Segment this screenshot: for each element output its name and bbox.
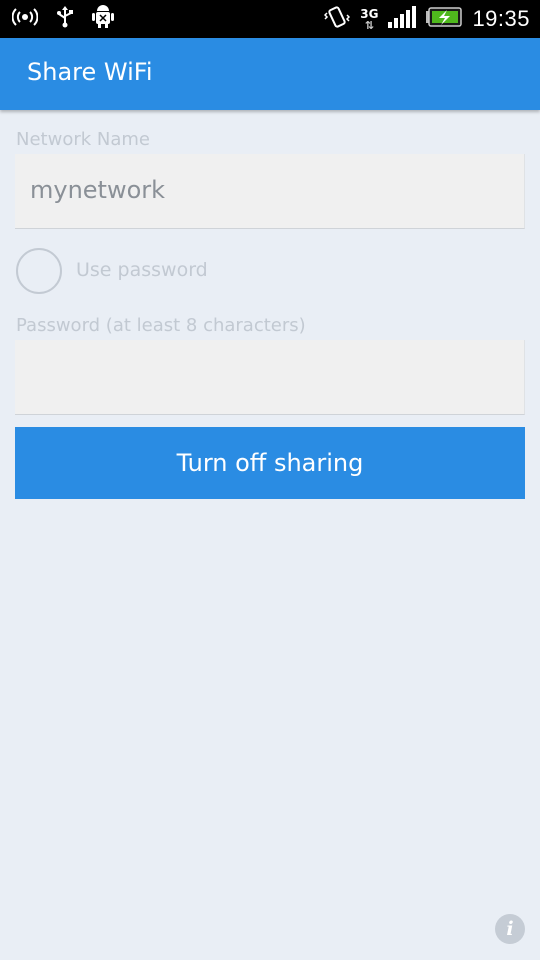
status-bar: 3G ⇅ 19:35 bbox=[0, 0, 540, 38]
network-name-label: Network Name bbox=[16, 129, 150, 150]
signal-icon bbox=[388, 6, 417, 32]
network-type-indicator: 3G ⇅ bbox=[360, 8, 378, 31]
app-title: Share WiFi bbox=[27, 58, 153, 86]
use-password-label[interactable]: Use password bbox=[76, 259, 208, 281]
password-label: Password (at least 8 characters) bbox=[16, 315, 306, 336]
network-type-label: 3G bbox=[360, 6, 379, 21]
status-time: 19:35 bbox=[472, 6, 530, 31]
battery-charging-icon bbox=[426, 7, 463, 31]
use-password-checkbox[interactable] bbox=[16, 248, 62, 294]
usb-icon bbox=[56, 6, 74, 32]
vibrate-icon bbox=[324, 5, 351, 33]
action-bar: Share WiFi bbox=[0, 38, 540, 110]
info-icon[interactable]: i bbox=[495, 914, 525, 944]
network-activity-icon: ⇅ bbox=[364, 18, 374, 32]
hotspot-icon bbox=[11, 7, 39, 31]
network-name-input[interactable]: mynetwork bbox=[15, 154, 525, 229]
turn-off-sharing-button[interactable]: Turn off sharing bbox=[15, 427, 525, 499]
status-bar-left bbox=[11, 5, 114, 33]
network-name-value: mynetwork bbox=[30, 176, 166, 204]
status-bar-right: 3G ⇅ 19:35 bbox=[324, 4, 530, 34]
password-input[interactable] bbox=[15, 340, 525, 415]
android-debug-icon bbox=[92, 5, 114, 33]
